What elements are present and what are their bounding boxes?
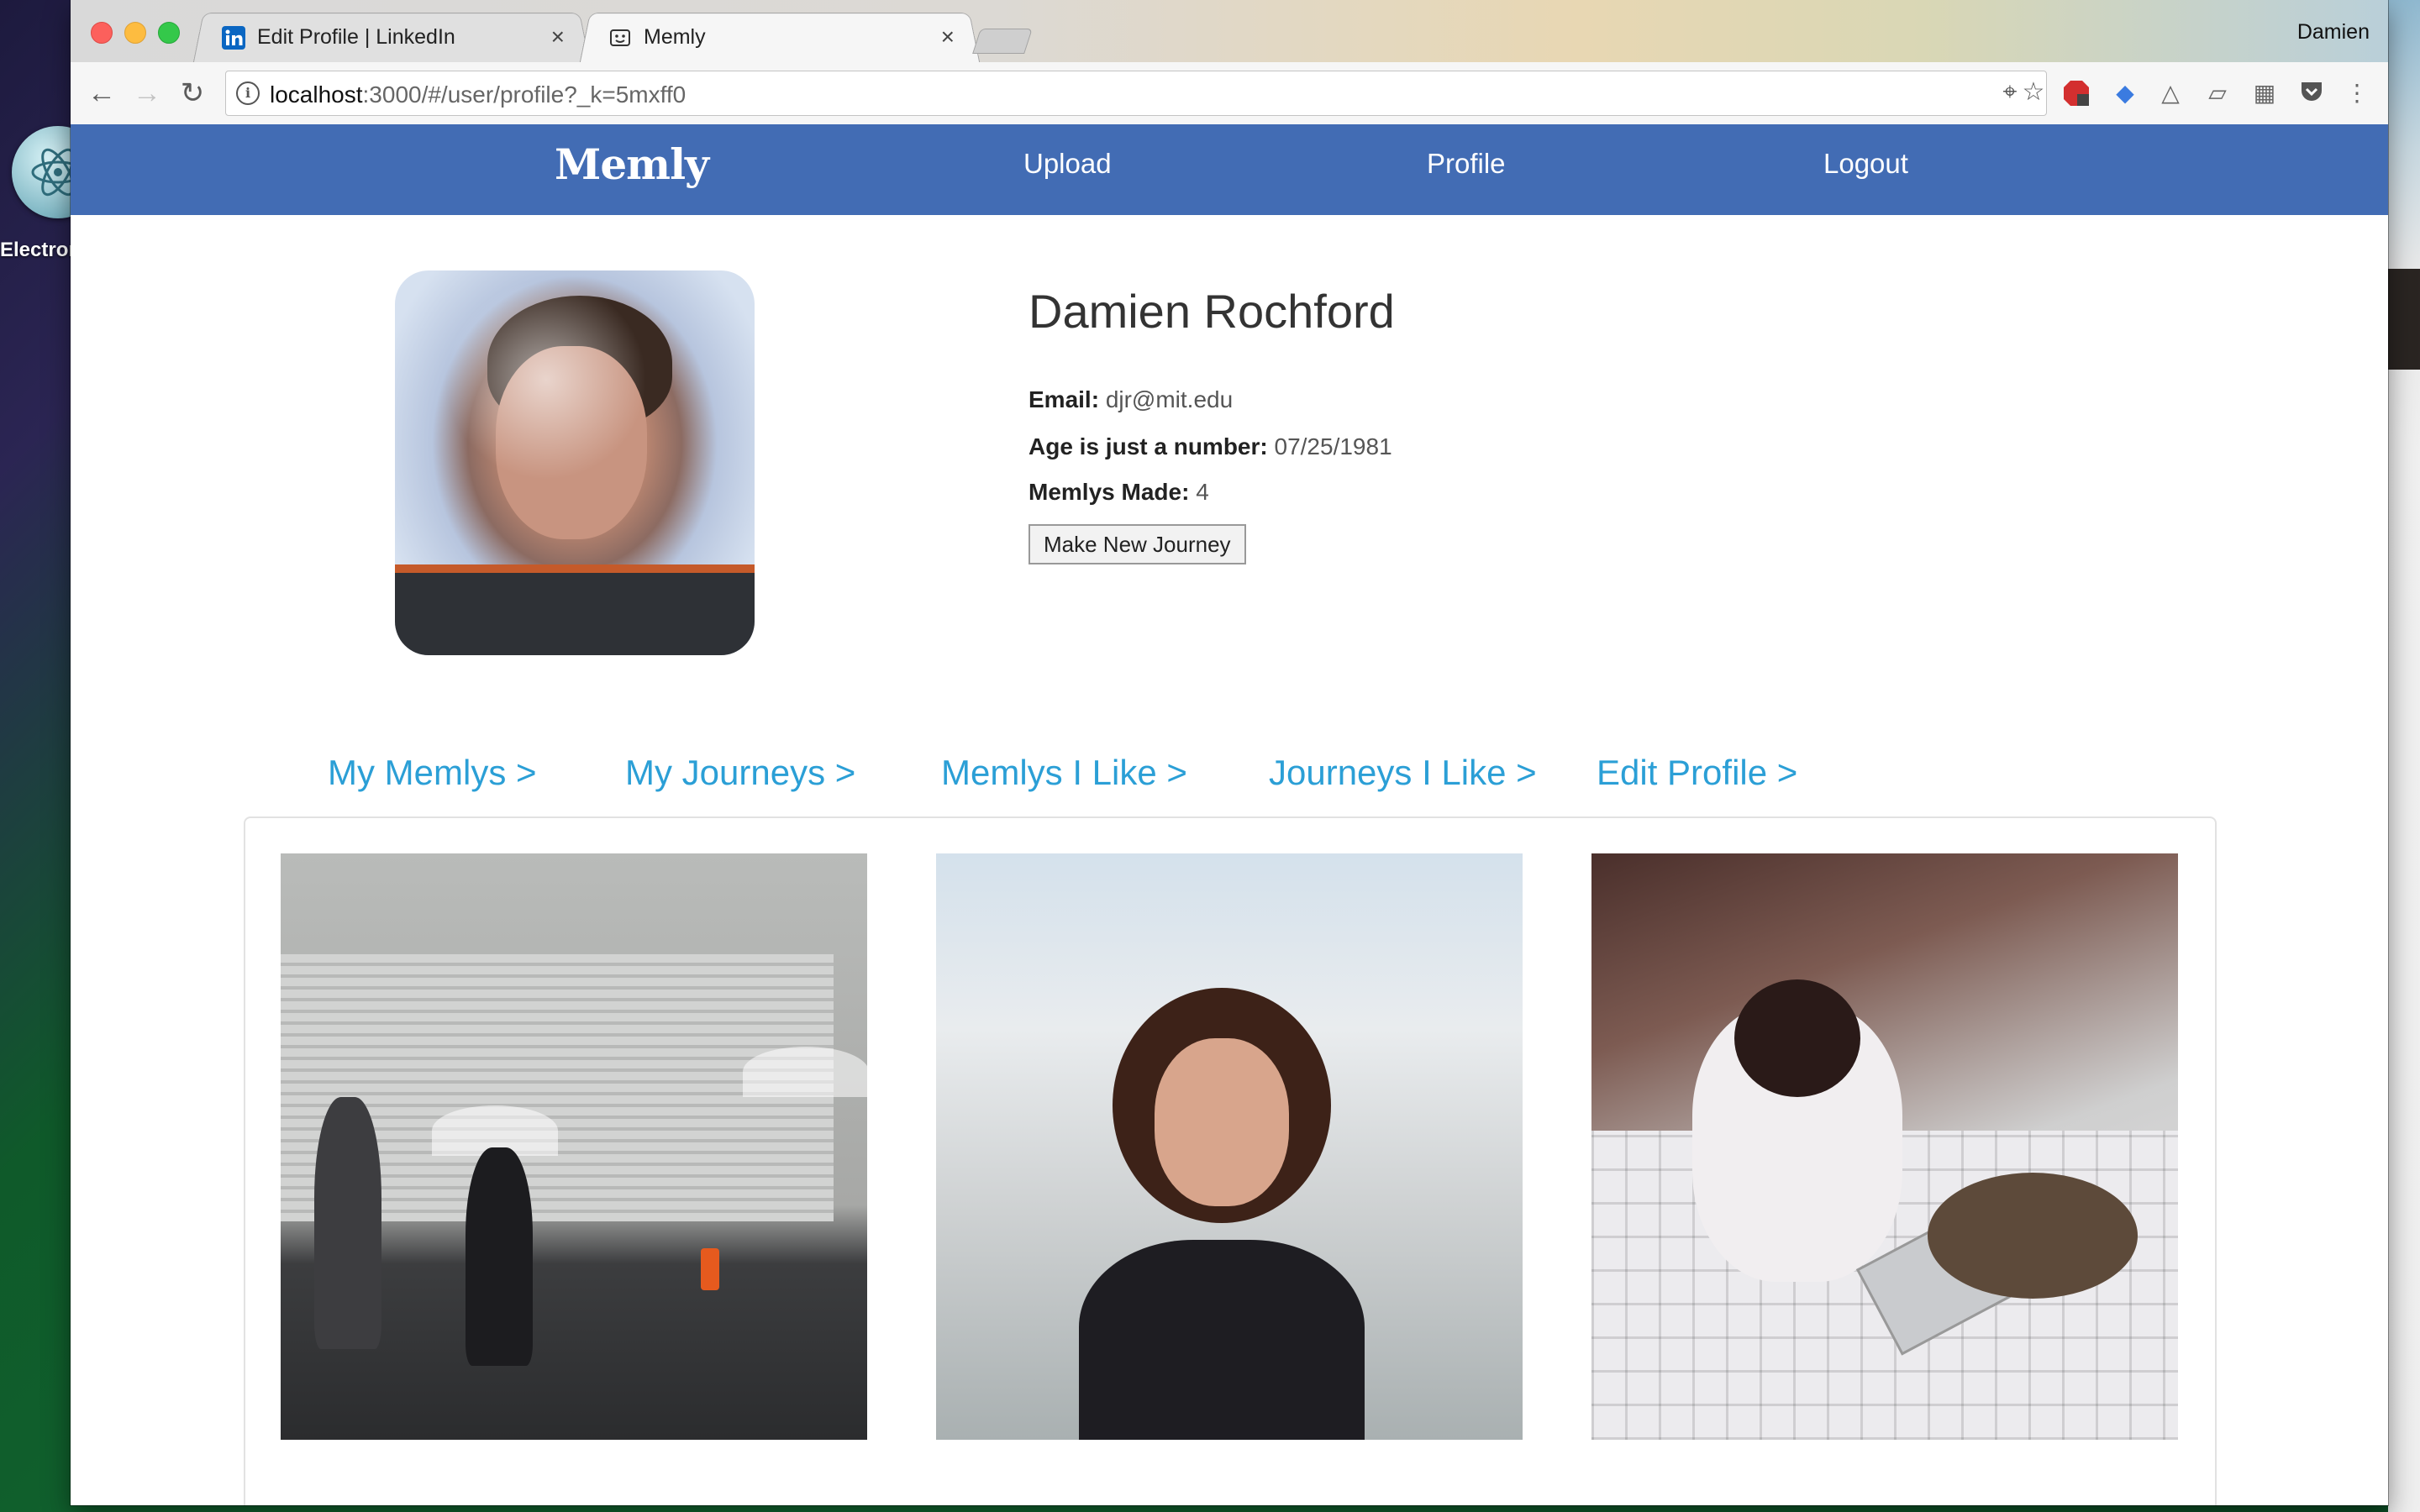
laptop-cat-photo[interactable] — [1591, 853, 2178, 1440]
extension-pen-icon[interactable]: ▱ — [2203, 79, 2232, 108]
memly-logo[interactable]: Memly — [555, 139, 709, 189]
memlys-made-label: Memlys Made: — [1028, 479, 1190, 505]
tab-title: Memly — [644, 25, 706, 49]
memly-gallery — [244, 816, 2217, 1505]
browser-toolbar: ← → ↻ i localhost:3000/#/user/profile?_k… — [71, 62, 2388, 125]
journeys-i-like-link[interactable]: Journeys I Like > — [1269, 753, 1537, 793]
reload-icon[interactable]: ↻ — [176, 77, 208, 109]
menu-kebab-icon[interactable]: ⋮ — [2343, 79, 2371, 108]
url-host: localhost — [270, 81, 363, 108]
site-info-icon[interactable]: i — [236, 81, 260, 105]
make-new-journey-button[interactable]: Make New Journey — [1028, 524, 1246, 564]
browser-profile-name[interactable]: Damien — [2297, 20, 2370, 45]
profile-age: Age is just a number: 07/25/1981 — [1028, 433, 1392, 460]
memlys-made-value: 4 — [1196, 479, 1209, 505]
nav-upload-link[interactable]: Upload — [1023, 148, 1112, 180]
profile-avatar — [395, 270, 755, 655]
profile-memlys-made: Memlys Made: 4 — [1028, 479, 1209, 506]
nav-logout-link[interactable]: Logout — [1823, 148, 1908, 180]
waterfall-portrait-photo[interactable] — [936, 853, 1523, 1440]
profile-email: Email: djr@mit.edu — [1028, 386, 1233, 413]
bookmark-star-icon[interactable]: ☆ — [2019, 78, 2048, 107]
background-window-edge — [2388, 0, 2420, 1512]
street-umbrellas-photo[interactable] — [281, 853, 867, 1440]
top-navbar: Memly Upload Profile Logout — [71, 124, 2388, 215]
memly-favicon-icon — [610, 29, 630, 46]
back-arrow-icon[interactable]: ← — [86, 77, 118, 109]
extension-grid-icon[interactable]: ▦ — [2250, 79, 2279, 108]
url-path: :3000/#/user/profile?_k=5mxff0 — [362, 81, 687, 108]
adblock-extension-icon[interactable] — [2062, 79, 2091, 108]
zoom-window-button[interactable] — [158, 22, 180, 44]
extension-graduation-icon[interactable]: ◆ — [2111, 79, 2139, 108]
email-value: djr@mit.edu — [1105, 386, 1234, 412]
forward-arrow-icon[interactable]: → — [131, 77, 163, 109]
memly-profile-page: Memly Upload Profile Logout Damien Rochf… — [71, 124, 2388, 1505]
minimize-window-button[interactable] — [124, 22, 146, 44]
age-value: 07/25/1981 — [1274, 433, 1392, 459]
tab-memly[interactable]: Memly × — [579, 12, 981, 63]
title-bar: Edit Profile | LinkedIn × Memly × Damien — [71, 0, 2388, 63]
memlys-i-like-link[interactable]: Memlys I Like > — [941, 753, 1187, 793]
email-label: Email: — [1028, 386, 1100, 412]
age-label: Age is just a number: — [1028, 433, 1268, 459]
close-tab-icon[interactable]: × — [551, 24, 565, 50]
url-text[interactable]: localhost:3000/#/user/profile?_k=5mxff0 — [270, 81, 686, 108]
browser-window: Edit Profile | LinkedIn × Memly × Damien… — [71, 0, 2388, 1505]
new-tab-button[interactable] — [972, 29, 1033, 54]
my-journeys-link[interactable]: My Journeys > — [625, 753, 855, 793]
pocket-extension-icon[interactable] — [2297, 79, 2326, 108]
close-window-button[interactable] — [91, 22, 113, 44]
electron-app-label: Electron — [0, 239, 71, 261]
close-tab-icon[interactable]: × — [941, 24, 955, 50]
linkedin-icon — [222, 26, 245, 50]
my-memlys-link[interactable]: My Memlys > — [328, 753, 537, 793]
drive-extension-icon[interactable]: △ — [2156, 79, 2185, 108]
address-bar[interactable]: i localhost:3000/#/user/profile?_k=5mxff… — [225, 71, 2047, 116]
tab-linkedin[interactable]: Edit Profile | LinkedIn × — [192, 12, 591, 63]
nav-profile-link[interactable]: Profile — [1427, 148, 1506, 180]
tab-title: Edit Profile | LinkedIn — [257, 25, 455, 49]
background-thumbnail — [2388, 269, 2420, 370]
edit-profile-link[interactable]: Edit Profile > — [1597, 753, 1797, 793]
profile-name: Damien Rochford — [1028, 285, 1395, 338]
